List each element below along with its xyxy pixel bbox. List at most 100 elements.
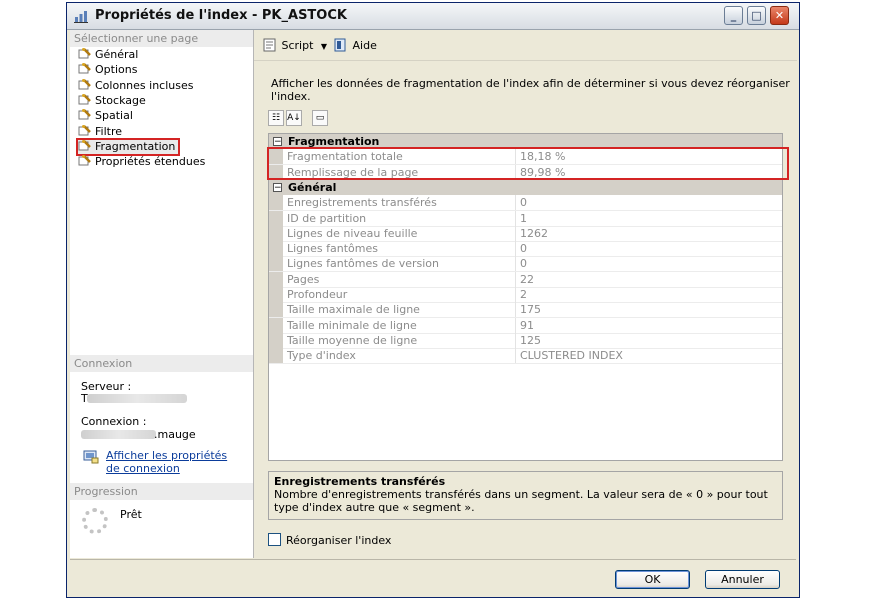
property-row[interactable]: Pages 22 [269, 271, 782, 288]
connection-label: Connexion : [81, 415, 147, 428]
property-row[interactable]: Lignes fantômes 0 [269, 241, 782, 258]
sidebar-item-spatial[interactable]: Spatial [78, 109, 133, 123]
redacted-server [87, 394, 187, 403]
property-value: 175 [520, 303, 541, 317]
reorganize-index-checkbox[interactable]: Réorganiser l'index [268, 533, 391, 547]
property-name: Taille moyenne de ligne [287, 333, 418, 347]
row-margin [269, 256, 283, 272]
server-label: Serveur : [81, 380, 132, 393]
dropdown-arrow-icon[interactable]: ▼ [321, 42, 327, 51]
property-row[interactable]: Taille moyenne de ligne 125 [269, 332, 782, 349]
ok-button[interactable]: OK [615, 570, 690, 589]
index-icon [74, 11, 88, 23]
redacted-connection [81, 430, 156, 439]
category-general[interactable]: − Général [269, 179, 782, 195]
property-value: 125 [520, 333, 541, 347]
connection-value: .mauge [154, 428, 196, 441]
progress-spinner-icon [82, 508, 108, 534]
script-icon [263, 38, 276, 52]
reorganize-index-label: Réorganiser l'index [286, 534, 392, 547]
toolbar: Script ▼ Aide [254, 30, 797, 61]
property-name: Lignes fantômes de version [287, 257, 440, 271]
cancel-button[interactable]: Annuler [705, 570, 780, 589]
row-margin [269, 287, 283, 302]
sidebar-item-label: Options [95, 63, 138, 77]
close-icon: ✕ [774, 9, 785, 22]
sidebar-item-general[interactable]: Général [78, 48, 138, 62]
column-divider [515, 302, 516, 318]
row-margin [269, 332, 283, 348]
column-divider [515, 256, 516, 272]
index-properties-dialog: Propriétés de l'index - PK_ASTOCK _ □ ✕ … [66, 2, 800, 598]
row-margin [269, 317, 283, 333]
property-name: Enregistrements transférés [287, 196, 437, 210]
connection-header: Connexion [70, 355, 253, 372]
page-wrench-icon [78, 109, 91, 120]
sidebar-item-storage[interactable]: Stockage [78, 93, 146, 108]
property-name: ID de partition [287, 211, 367, 225]
property-row[interactable]: Taille minimale de ligne 91 [269, 317, 782, 334]
connection-properties-icon [83, 450, 99, 464]
sidebar-item-label: Fragmentation [95, 139, 176, 153]
help-title: Enregistrements transférés [274, 475, 446, 488]
sidebar-item-extended-properties[interactable]: Propriétés étendues [78, 155, 205, 169]
page-wrench-icon [78, 48, 91, 59]
help-label: Aide [352, 39, 377, 52]
row-margin [269, 210, 283, 226]
property-name: Taille maximale de ligne [287, 303, 420, 317]
collapse-toggle-icon[interactable]: − [273, 137, 282, 147]
sidebar-item-label: Filtre [95, 124, 123, 138]
property-value: 1 [520, 211, 527, 225]
column-divider [515, 317, 516, 333]
property-pages-icon[interactable]: ▭ [312, 110, 328, 126]
page-selector-pane: Sélectionner une page Général Options Colo… [70, 30, 254, 558]
sidebar-item-fragmentation[interactable]: Fragmentation [75, 137, 181, 156]
help-text: Nombre d'enregistrements transférés dans… [274, 488, 768, 514]
dialog-footer: OK Annuler [70, 559, 796, 596]
property-row[interactable]: Lignes fantômes de version 0 [269, 256, 782, 273]
sidebar-item-included-columns[interactable]: Colonnes incluses [78, 78, 193, 93]
sidebar-item-label: Spatial [95, 109, 133, 123]
sidebar-item-filter[interactable]: Filtre [78, 124, 123, 139]
progress-header: Progression [70, 483, 253, 500]
help-button[interactable]: Aide [333, 38, 377, 52]
close-button[interactable]: ✕ [770, 6, 789, 25]
sidebar-item-options[interactable]: Options [78, 63, 137, 77]
checkbox-box[interactable] [268, 533, 281, 546]
minimize-icon: _ [730, 9, 737, 22]
column-divider [515, 241, 516, 257]
row-margin [269, 225, 283, 241]
property-grid: − Fragmentation Fragmentation totale 18,18 … [268, 133, 783, 461]
property-grid-toolbar: ☷ A↓ ▭ [268, 110, 330, 128]
column-divider [515, 271, 516, 287]
maximize-icon: □ [751, 9, 762, 22]
minimize-button[interactable]: _ [724, 6, 743, 25]
page-wrench-icon [78, 63, 91, 74]
property-row[interactable]: Lignes de niveau feuille 1262 [269, 225, 782, 242]
property-row[interactable]: Taille maximale de ligne 175 [269, 302, 782, 319]
view-connection-properties-link[interactable]: Afficher les propriétés de connexion [106, 449, 241, 475]
window-title: Propriétés de l'index - PK_ASTOCK [95, 8, 347, 23]
collapse-toggle-icon[interactable]: − [273, 182, 282, 192]
column-divider [515, 287, 516, 302]
fragmentation-highlight [267, 147, 789, 180]
property-row[interactable]: Profondeur 2 [269, 287, 782, 303]
property-row[interactable]: Type d'index CLUSTERED INDEX [269, 348, 782, 365]
property-name: Lignes de niveau feuille [287, 226, 418, 240]
page-wrench-icon [78, 93, 91, 105]
property-row[interactable]: Enregistrements transférés 0 [269, 195, 782, 212]
script-label: Script [281, 39, 314, 52]
maximize-button[interactable]: □ [747, 6, 766, 25]
progress-status: Prêt [120, 508, 142, 521]
column-divider [515, 195, 516, 211]
categorized-view-icon[interactable]: ☷ [268, 110, 284, 126]
alphabetical-sort-icon[interactable]: A↓ [286, 110, 302, 126]
property-help-panel: Enregistrements transférés Nombre d'enre… [268, 471, 783, 520]
property-row[interactable]: ID de partition 1 [269, 210, 782, 227]
script-button[interactable]: Script ▼ [262, 38, 327, 52]
title-bar[interactable]: Propriétés de l'index - PK_ASTOCK _ □ ✕ [67, 3, 799, 30]
category-name: Général [288, 180, 337, 194]
property-value: 0 [520, 242, 527, 256]
row-margin [269, 271, 283, 287]
property-value: 2 [520, 288, 527, 301]
